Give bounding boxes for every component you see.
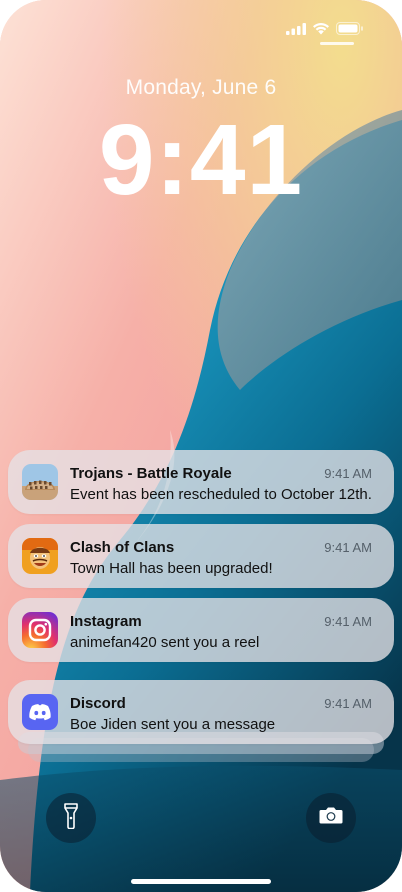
notification-app-name: Instagram	[70, 613, 142, 630]
lock-screen-time: 9:41	[98, 104, 304, 216]
colosseum-app-icon	[22, 464, 58, 500]
camera-icon	[319, 806, 343, 830]
clash-of-clans-app-icon	[22, 538, 58, 574]
battery-icon	[336, 22, 364, 40]
camera-button[interactable]	[306, 793, 356, 843]
notification-app-name: Clash of Clans	[70, 539, 175, 556]
notification-message: Boe Jiden sent you a message	[70, 716, 276, 733]
lock-screen: Monday, June 6 9:41 Trojans - Battle Roy…	[0, 0, 402, 892]
discord-app-icon	[22, 694, 58, 730]
notification-message: Town Hall has been upgraded!	[70, 560, 273, 577]
wifi-icon	[312, 22, 330, 40]
cellular-signal-icon	[286, 22, 306, 40]
status-icons	[286, 22, 364, 40]
home-indicator[interactable]	[131, 879, 271, 884]
status-bar	[0, 0, 402, 54]
flashlight-swipe-indicator	[320, 42, 354, 45]
notification-instagram[interactable]: Instagram animefan420 sent you a reel 9:…	[8, 598, 394, 662]
notification-time: 9:41 AM	[324, 540, 372, 555]
notification-clash-of-clans[interactable]: Clash of Clans Town Hall has been upgrad…	[8, 524, 394, 588]
notification-app-name: Discord	[70, 695, 126, 712]
notification-time: 9:41 AM	[324, 696, 372, 711]
notification-time: 9:41 AM	[324, 466, 372, 481]
flashlight-icon	[64, 802, 78, 834]
notification-trojans[interactable]: Trojans - Battle Royale Event has been r…	[8, 450, 394, 514]
flashlight-button[interactable]	[46, 793, 96, 843]
notification-app-name: Trojans - Battle Royale	[70, 465, 232, 482]
notification-time: 9:41 AM	[324, 614, 372, 629]
instagram-app-icon	[22, 612, 58, 648]
lock-screen-date: Monday, June 6	[125, 76, 277, 99]
notification-message: Event has been rescheduled to October 12…	[70, 486, 372, 503]
notification-discord[interactable]: Discord Boe Jiden sent you a message 9:4…	[8, 680, 394, 744]
notification-message: animefan420 sent you a reel	[70, 634, 260, 651]
